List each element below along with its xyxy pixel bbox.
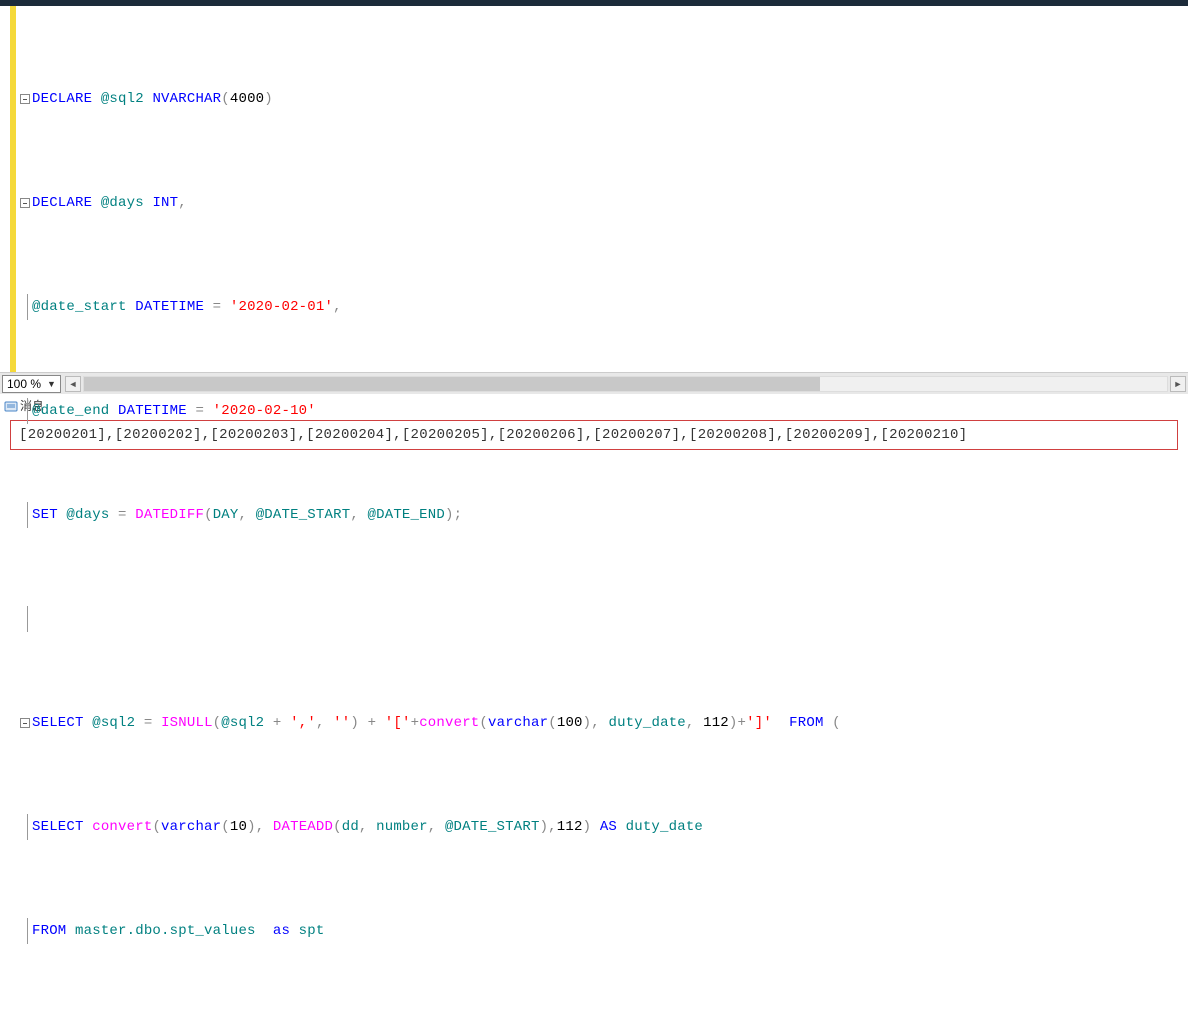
variable: @date_start: [32, 294, 127, 320]
variable: @sql2: [101, 86, 144, 112]
code-line-1[interactable]: DECLARE @sql2 NVARCHAR(4000): [18, 86, 1186, 112]
function: DATEDIFF: [135, 502, 204, 528]
variable: @days: [66, 502, 109, 528]
keyword-set: SET: [32, 502, 58, 528]
fold-line: [27, 398, 28, 424]
variable: @date_end: [32, 398, 109, 424]
type: INT: [152, 190, 178, 216]
keyword-select: SELECT: [32, 710, 84, 736]
scrollbar-thumb[interactable]: [84, 377, 820, 391]
keyword-declare: DECLARE: [32, 86, 92, 112]
fold-toggle[interactable]: [20, 718, 30, 728]
code-line-2[interactable]: DECLARE @days INT,: [18, 190, 1186, 216]
code-line-6[interactable]: [18, 606, 1186, 632]
messages-icon: [4, 400, 18, 414]
fold-line: [27, 918, 28, 944]
code-line-5[interactable]: SET @days = DATEDIFF(DAY, @DATE_START, @…: [18, 502, 1186, 528]
code-area[interactable]: DECLARE @sql2 NVARCHAR(4000) DECLARE @da…: [16, 6, 1188, 372]
keyword-declare: DECLARE: [32, 190, 92, 216]
fold-line: [27, 814, 28, 840]
literal-number: 4000: [230, 86, 264, 112]
variable: @days: [101, 190, 144, 216]
type: DATETIME: [135, 294, 204, 320]
type: NVARCHAR: [152, 86, 221, 112]
fold-toggle[interactable]: [20, 94, 30, 104]
fold-line: [27, 294, 28, 320]
fold-toggle[interactable]: [20, 198, 30, 208]
horizontal-scrollbar[interactable]: [83, 376, 1168, 392]
editor-gutter: [0, 6, 8, 372]
sql-editor[interactable]: DECLARE @sql2 NVARCHAR(4000) DECLARE @da…: [0, 6, 1188, 372]
code-line-4[interactable]: @date_end DATETIME = '2020-02-10': [18, 398, 1186, 424]
code-line-8[interactable]: SELECT convert(varchar(10), DATEADD(dd, …: [18, 814, 1186, 840]
code-line-9[interactable]: FROM master.dbo.spt_values as spt: [18, 918, 1186, 944]
editor-statusbar: 100 % ▼ ◄ ►: [0, 372, 1188, 394]
literal-string: '2020-02-10': [213, 398, 316, 424]
code-line-7[interactable]: SELECT @sql2 = ISNULL(@sql2 + ',', '') +…: [18, 710, 1186, 736]
fold-line: [27, 502, 28, 528]
literal-string: '2020-02-01': [230, 294, 333, 320]
fold-line: [27, 606, 28, 632]
type: DATETIME: [118, 398, 187, 424]
code-line-3[interactable]: @date_start DATETIME = '2020-02-01',: [18, 294, 1186, 320]
